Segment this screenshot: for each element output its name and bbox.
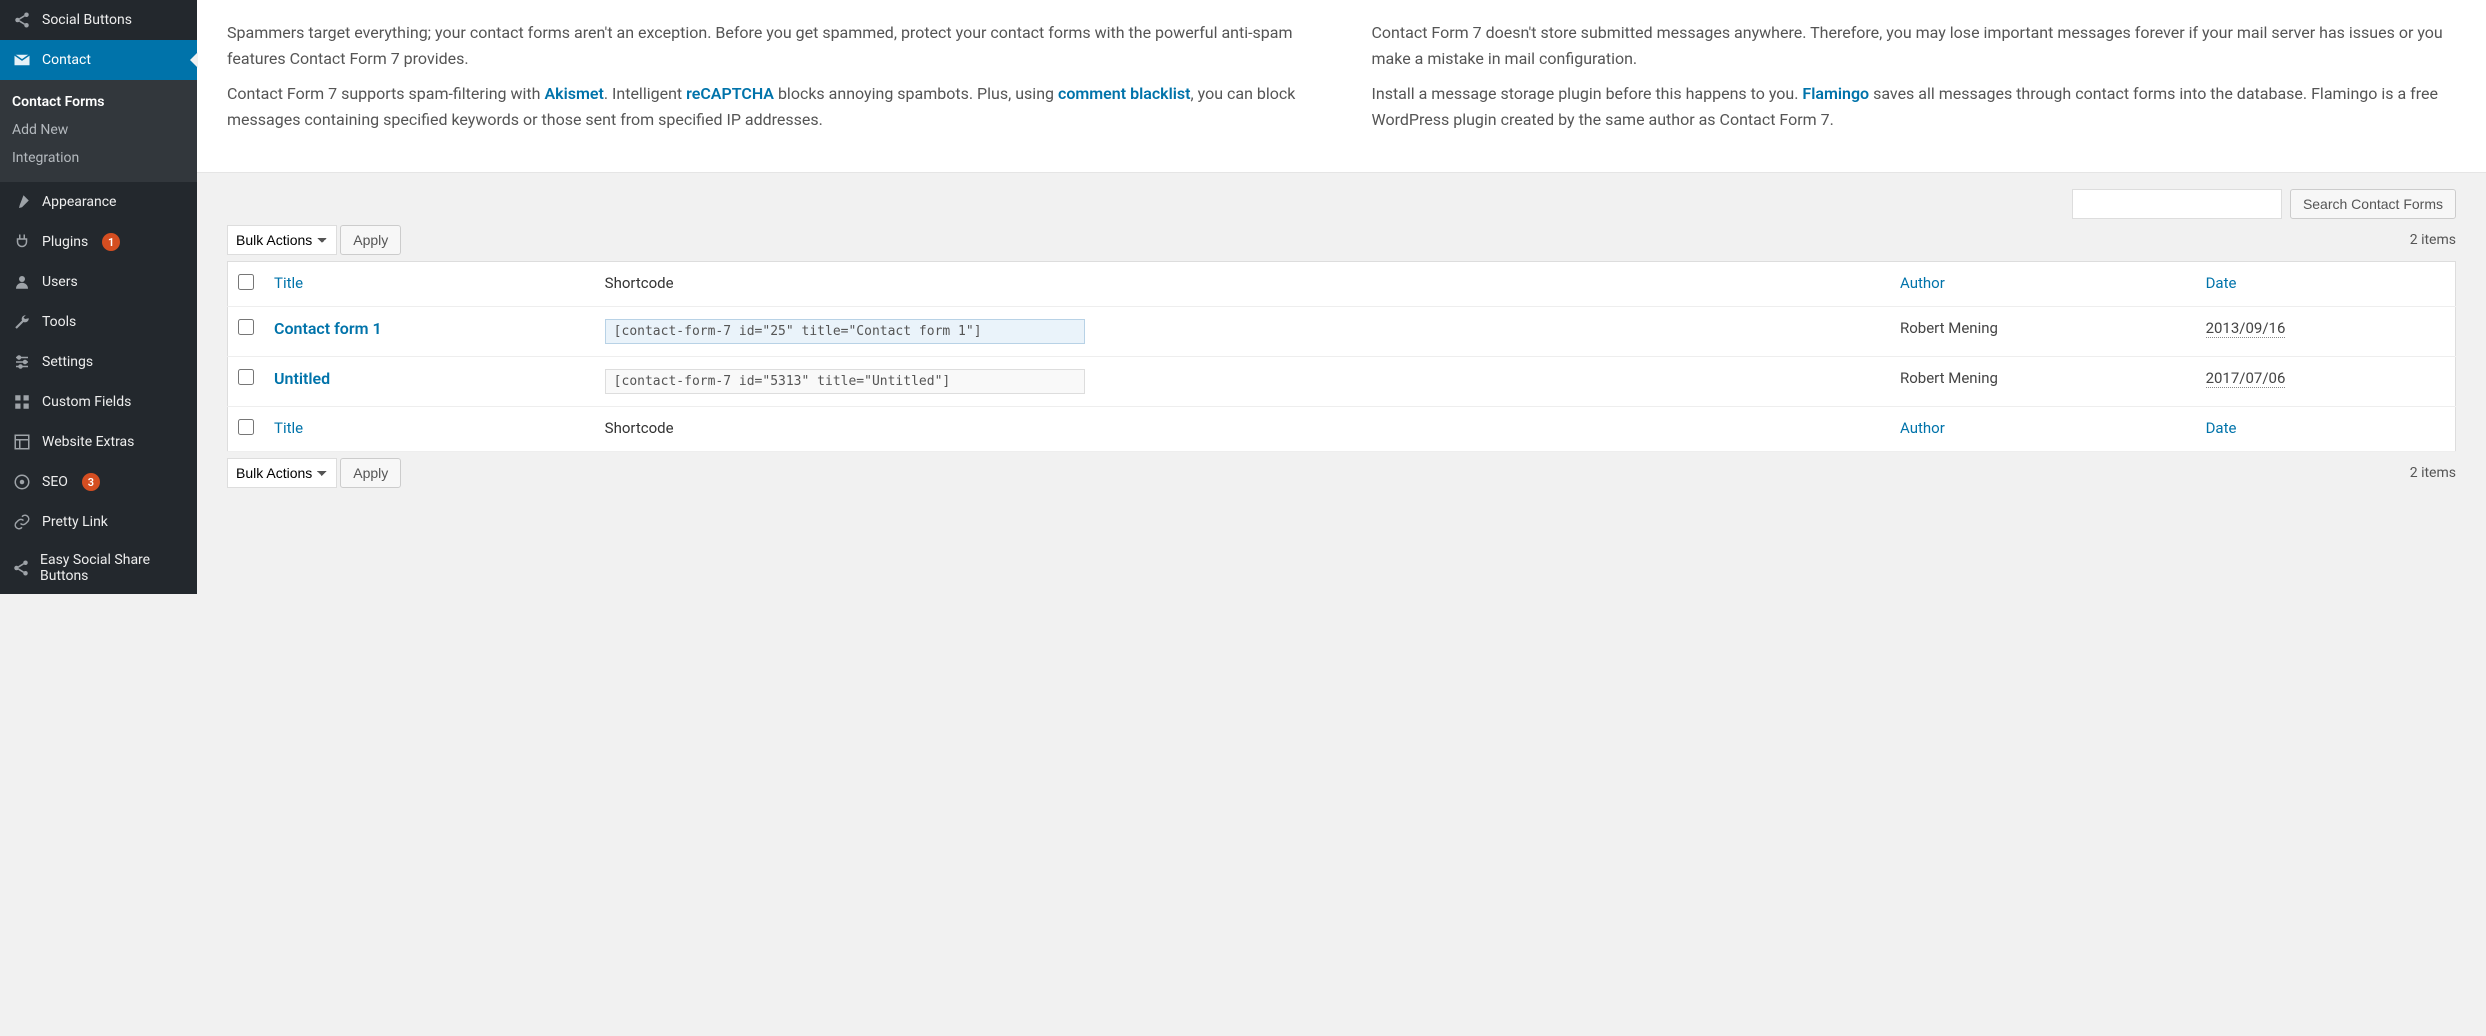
- mail-icon: [12, 50, 32, 70]
- sidebar-item-label: Custom Fields: [42, 394, 131, 410]
- link-flamingo[interactable]: Flamingo: [1802, 84, 1869, 103]
- sidebar-item-users[interactable]: Users: [0, 262, 197, 302]
- table-row: Untitled [contact-form-7 id="5313" title…: [228, 357, 2456, 407]
- sidebar-item-label: Plugins: [42, 234, 88, 250]
- date-cell: 2013/09/16: [2206, 319, 2286, 338]
- search-button[interactable]: Search Contact Forms: [2290, 189, 2456, 219]
- sidebar-item-plugins[interactable]: Plugins 1: [0, 222, 197, 262]
- select-all-checkbox-bottom[interactable]: [238, 419, 254, 435]
- info-text: Install a message storage plugin before …: [1372, 81, 2457, 132]
- info-text: Contact Form 7 supports spam-filtering w…: [227, 81, 1312, 132]
- items-count-bottom: 2 items: [2410, 465, 2456, 481]
- sidebar-item-label: SEO: [42, 474, 68, 490]
- link-akismet[interactable]: Akismet: [544, 84, 603, 103]
- sidebar-item-settings[interactable]: Settings: [0, 342, 197, 382]
- sidebar-item-label: Social Buttons: [42, 12, 132, 28]
- col-date[interactable]: Date: [2196, 407, 2456, 452]
- submenu-integration[interactable]: Integration: [0, 144, 197, 172]
- plug-icon: [12, 232, 32, 252]
- sidebar-item-label: Pretty Link: [42, 514, 108, 530]
- items-count: 2 items: [2410, 232, 2456, 248]
- user-icon: [12, 272, 32, 292]
- row-checkbox[interactable]: [238, 319, 254, 335]
- info-col-left: Spammers target everything; your contact…: [227, 10, 1312, 142]
- shortcode-field[interactable]: [contact-form-7 id="5313" title="Untitle…: [605, 369, 1085, 394]
- plugins-badge: 1: [102, 233, 120, 251]
- submenu-add-new[interactable]: Add New: [0, 116, 197, 144]
- col-author[interactable]: Author: [1890, 407, 2196, 452]
- sidebar-item-tools[interactable]: Tools: [0, 302, 197, 342]
- link-recaptcha[interactable]: reCAPTCHA: [686, 84, 774, 103]
- info-panel: Spammers target everything; your contact…: [197, 0, 2486, 173]
- seo-badge: 3: [82, 473, 100, 491]
- sidebar-item-social-buttons[interactable]: Social Buttons: [0, 0, 197, 40]
- col-shortcode: Shortcode: [595, 407, 1890, 452]
- sidebar-item-label: Tools: [42, 314, 76, 330]
- sidebar-item-label: Contact: [42, 52, 91, 68]
- col-shortcode: Shortcode: [595, 262, 1890, 307]
- col-title[interactable]: Title: [264, 262, 595, 307]
- sidebar-item-appearance[interactable]: Appearance: [0, 182, 197, 222]
- info-text: Spammers target everything; your contact…: [227, 20, 1312, 71]
- sidebar-item-label: Appearance: [42, 194, 116, 210]
- author-cell: Robert Mening: [1890, 357, 2196, 407]
- sidebar-item-seo[interactable]: SEO 3: [0, 462, 197, 502]
- layout-icon: [12, 432, 32, 452]
- row-checkbox[interactable]: [238, 369, 254, 385]
- apply-button[interactable]: Apply: [340, 225, 401, 255]
- main-content: Spammers target everything; your contact…: [197, 0, 2486, 594]
- table-row: Contact form 1 [contact-form-7 id="25" t…: [228, 307, 2456, 357]
- col-author[interactable]: Author: [1890, 262, 2196, 307]
- search-input[interactable]: [2072, 189, 2282, 219]
- sidebar-item-pretty-link[interactable]: Pretty Link: [0, 502, 197, 542]
- info-col-right: Contact Form 7 doesn't store submitted m…: [1372, 10, 2457, 142]
- sliders-icon: [12, 352, 32, 372]
- share-icon: [12, 10, 32, 30]
- sidebar-item-website-extras[interactable]: Website Extras: [0, 422, 197, 462]
- submenu-contact-forms[interactable]: Contact Forms: [0, 88, 197, 116]
- col-title[interactable]: Title: [264, 407, 595, 452]
- info-text: Contact Form 7 doesn't store submitted m…: [1372, 20, 2457, 71]
- shortcode-field[interactable]: [contact-form-7 id="25" title="Contact f…: [605, 319, 1085, 344]
- seo-icon: [12, 472, 32, 492]
- apply-button-bottom[interactable]: Apply: [340, 458, 401, 488]
- link-icon: [12, 512, 32, 532]
- sidebar-submenu-contact: Contact Forms Add New Integration: [0, 80, 197, 182]
- sidebar-item-custom-fields[interactable]: Custom Fields: [0, 382, 197, 422]
- sidebar-item-label: Users: [42, 274, 78, 290]
- date-cell: 2017/07/06: [2206, 369, 2286, 388]
- sidebar-item-easy-social-share[interactable]: Easy Social Share Buttons: [0, 542, 197, 594]
- form-title-link[interactable]: Contact form 1: [274, 319, 382, 338]
- bulk-actions-select[interactable]: Bulk Actions: [227, 225, 337, 255]
- share-icon: [12, 558, 30, 578]
- wrench-icon: [12, 312, 32, 332]
- admin-sidebar: Social Buttons Contact Contact Forms Add…: [0, 0, 197, 594]
- grid-icon: [12, 392, 32, 412]
- sidebar-item-label: Website Extras: [42, 434, 134, 450]
- sidebar-item-label: Easy Social Share Buttons: [40, 552, 185, 584]
- brush-icon: [12, 192, 32, 212]
- bulk-actions-select-bottom[interactable]: Bulk Actions: [227, 458, 337, 488]
- select-all-checkbox[interactable]: [238, 274, 254, 290]
- sidebar-item-contact[interactable]: Contact: [0, 40, 197, 80]
- col-date[interactable]: Date: [2196, 262, 2456, 307]
- contact-forms-table: Title Shortcode Author Date Contact form…: [227, 261, 2456, 452]
- form-title-link[interactable]: Untitled: [274, 369, 330, 388]
- author-cell: Robert Mening: [1890, 307, 2196, 357]
- link-comment-blacklist[interactable]: comment blacklist: [1058, 84, 1191, 103]
- sidebar-item-label: Settings: [42, 354, 93, 370]
